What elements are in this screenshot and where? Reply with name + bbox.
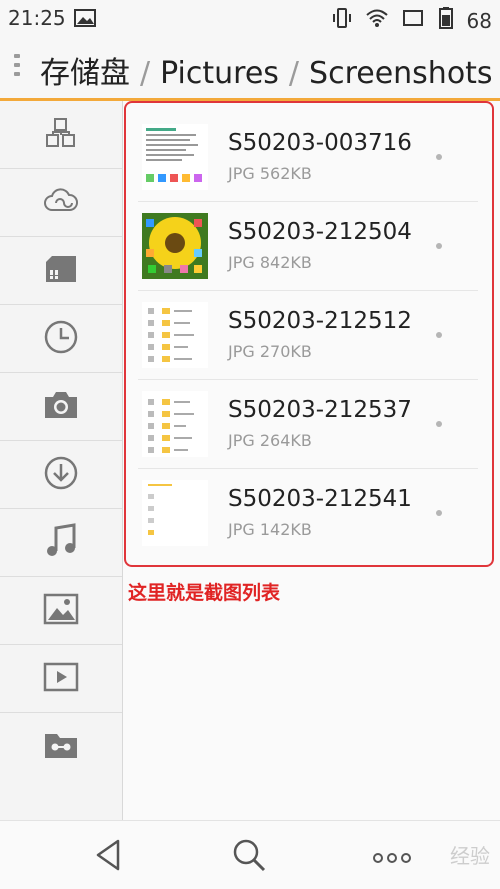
- sidebar-item-camera[interactable]: [0, 373, 122, 441]
- breadcrumb-separator: /: [140, 56, 151, 91]
- app-bar: 存储盘 / Pictures / Screenshots: [0, 36, 500, 98]
- sidebar-item-recent[interactable]: [0, 305, 122, 373]
- sidebar-item-download[interactable]: [0, 441, 122, 509]
- more-icon[interactable]: [372, 849, 412, 868]
- breadcrumb-screenshots[interactable]: Screenshots: [309, 56, 493, 91]
- video-icon: [43, 661, 79, 697]
- drawer-menu-icon[interactable]: [12, 54, 24, 82]
- sidebar-item-private[interactable]: [0, 713, 122, 780]
- status-time: 21:25: [8, 6, 66, 30]
- bottom-navigation: [0, 820, 500, 889]
- vibrate-icon: [331, 7, 353, 34]
- search-icon[interactable]: [231, 837, 267, 877]
- sidebar-item-images[interactable]: [0, 577, 122, 645]
- highlight-box: [124, 101, 494, 567]
- gallery-notification-icon: [74, 9, 96, 31]
- breadcrumb-pictures[interactable]: Pictures: [160, 56, 279, 91]
- status-bar: 21:25 68: [0, 0, 500, 36]
- camera-icon: [43, 389, 79, 425]
- watermark: 经验: [450, 844, 490, 868]
- wifi-icon: [365, 8, 389, 33]
- sidebar-item-cloud[interactable]: [0, 169, 122, 237]
- secure-folder-icon: [43, 730, 79, 764]
- image-icon: [43, 593, 79, 629]
- music-icon: [44, 522, 78, 563]
- screen-icon: [401, 8, 425, 33]
- breadcrumb-separator: /: [288, 56, 300, 91]
- breadcrumb-storage[interactable]: 存储盘: [40, 56, 130, 91]
- back-icon[interactable]: [92, 837, 124, 877]
- sidebar-item-music[interactable]: [0, 509, 122, 577]
- breadcrumb: 存储盘 / Pictures / Screenshots: [40, 48, 493, 92]
- cloud-icon: [42, 186, 80, 220]
- download-icon: [43, 455, 79, 495]
- sidebar-item-category[interactable]: [0, 101, 122, 169]
- recent-clock-icon: [43, 319, 79, 359]
- battery-icon: [437, 6, 455, 35]
- sidebar-item-storage[interactable]: [0, 237, 122, 305]
- storage-icon: [44, 254, 78, 288]
- category-icon: [43, 115, 79, 155]
- battery-level: 68: [466, 8, 492, 33]
- sidebar-item-video[interactable]: [0, 645, 122, 713]
- sidebar: [0, 101, 123, 820]
- annotation-text: 这里就是截图列表: [128, 582, 281, 604]
